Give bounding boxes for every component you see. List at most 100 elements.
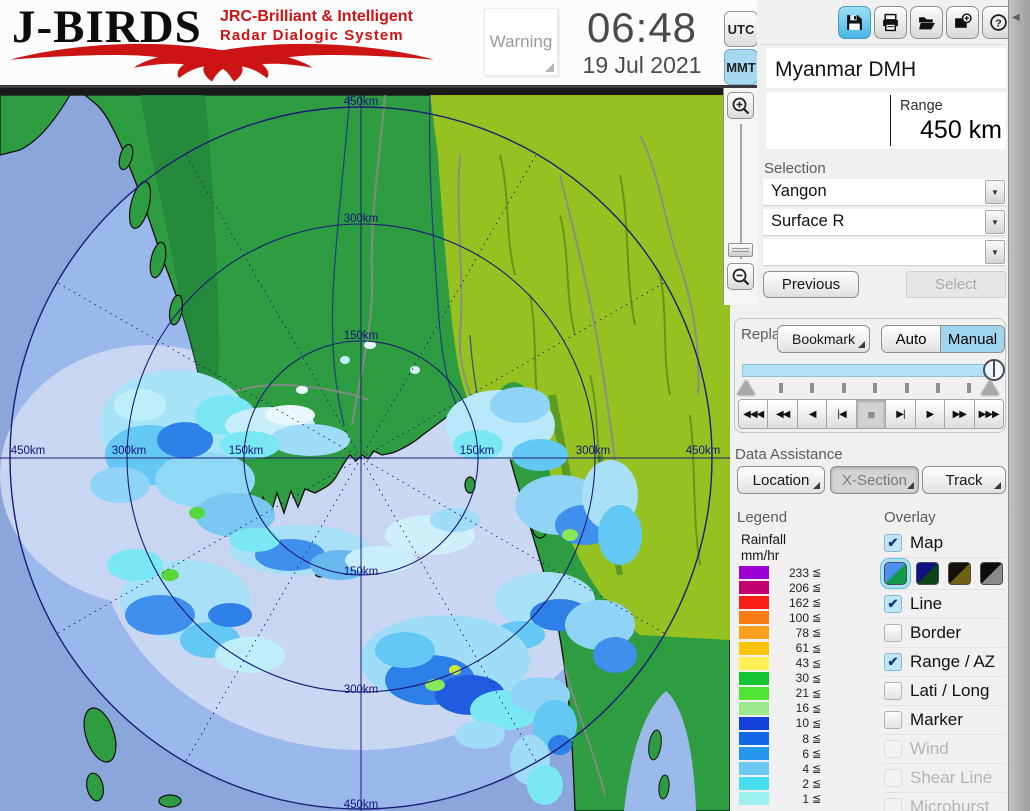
- eagle-logo-icon: [10, 43, 434, 82]
- overlay-title: Overlay: [884, 509, 936, 526]
- location-button[interactable]: Location: [737, 466, 825, 494]
- product-dropdown[interactable]: Surface R ▼: [763, 209, 1006, 235]
- open-file-button[interactable]: [910, 6, 943, 39]
- legend-scale: 233 ≦ 206 ≦ 162 ≦ 100 ≦ 78 ≦ 61 ≦ 43 ≦ 30 ≦ 21 ≦ 16 ≦ 10 ≦ 8 ≦ 6…: [739, 565, 834, 807]
- collapse-panel-arrow-icon[interactable]: ◀: [1012, 12, 1020, 23]
- bookmark-button[interactable]: Bookmark: [777, 325, 870, 353]
- legend-operator: ≦: [812, 793, 822, 806]
- playback-step-back-button[interactable]: |◀: [826, 399, 857, 429]
- legend-threshold-value: 100: [788, 610, 809, 625]
- track-button-label: Track: [945, 471, 983, 489]
- option-dropdown[interactable]: ▼: [763, 239, 1006, 265]
- checkbox-shear-line: [884, 769, 902, 787]
- playback-step-forward-button[interactable]: ▶|: [885, 399, 916, 429]
- overlay-item-label: Range / AZ: [910, 652, 996, 671]
- save-button[interactable]: [838, 6, 871, 39]
- checkbox-border[interactable]: [884, 624, 902, 642]
- overlay-options: ✔ Map ✔ Line Border ✔ Range / AZ Lati / Long Mar…: [884, 529, 1006, 811]
- replay-slider-track[interactable]: [742, 364, 994, 377]
- legend-threshold-value: 10: [795, 716, 809, 731]
- checkbox-microburst: [884, 798, 902, 811]
- previous-button[interactable]: Previous: [763, 271, 859, 298]
- checkbox-map[interactable]: ✔: [884, 534, 902, 552]
- slider-tick: [873, 383, 878, 393]
- print-button[interactable]: [874, 6, 907, 39]
- range-value: 450 km: [920, 116, 1002, 144]
- legend-color-swatch: [739, 596, 769, 610]
- range-ring-label: 450km: [344, 799, 379, 811]
- map-style-swatch-1[interactable]: [884, 562, 907, 585]
- overlay-item-label: Map: [910, 533, 944, 552]
- chevron-down-icon[interactable]: ▼: [985, 210, 1005, 234]
- overlay-item-label: Wind: [910, 739, 949, 758]
- legend-operator: ≦: [812, 672, 822, 685]
- select-button[interactable]: Select: [906, 271, 1006, 298]
- zoom-in-button[interactable]: [727, 92, 754, 119]
- legend-entry: 10 ≦: [739, 716, 834, 731]
- checkbox-lati-long[interactable]: [884, 682, 902, 700]
- site-dropdown[interactable]: Yangon ▼: [763, 179, 1006, 205]
- playback-forward-fast-button[interactable]: ▶▶▶: [973, 399, 1004, 429]
- map-style-swatch-2[interactable]: [916, 562, 939, 585]
- map-style-swatch-4[interactable]: [980, 562, 1003, 585]
- legend-threshold-value: 233: [788, 565, 809, 580]
- replay-panel: Replay Bookmark Auto Manual ◀◀◀ ◀◀ ◀ |◀ ■ ▶| ▶…: [734, 318, 1006, 433]
- station-name: Myanmar DMH: [775, 58, 917, 81]
- checkbox-range-az[interactable]: ✔: [884, 653, 902, 671]
- auto-button[interactable]: Auto: [882, 326, 941, 352]
- map-style-swatch-3[interactable]: [948, 562, 971, 585]
- checkbox-line[interactable]: ✔: [884, 595, 902, 613]
- legend-operator: ≦: [812, 612, 822, 625]
- timezone-utc-button[interactable]: UTC: [724, 11, 758, 47]
- legend-entry: 30 ≦: [739, 671, 834, 686]
- slider-tick: [841, 383, 846, 393]
- zoom-slider-rail[interactable]: [740, 124, 742, 259]
- replay-slider-handle[interactable]: [983, 359, 1005, 381]
- print-icon: [883, 13, 898, 32]
- overlay-item-label: Lati / Long: [910, 681, 990, 700]
- panel-splitter[interactable]: [1008, 0, 1030, 811]
- checkbox-marker[interactable]: [884, 711, 902, 729]
- playback-rewind-fast-button[interactable]: ◀◀◀: [738, 399, 769, 429]
- slider-end-marker-icon[interactable]: [981, 380, 999, 395]
- add-image-button[interactable]: [946, 6, 979, 39]
- legend-operator: ≦: [812, 597, 822, 610]
- range-ring-label: 300km: [344, 213, 379, 225]
- zoom-out-button[interactable]: [727, 263, 754, 290]
- bookmark-menu-corner-icon: [858, 341, 865, 348]
- timezone-mmt-button[interactable]: MMT: [724, 49, 758, 85]
- site-dropdown-value: Yangon: [771, 182, 827, 200]
- header-bar: J-BIRDS JRC-Brilliant & Intelligent Rada…: [0, 0, 757, 88]
- playback-play-reverse-button[interactable]: ◀: [796, 399, 828, 429]
- legend-operator: ≦: [812, 763, 822, 776]
- playback-play-button[interactable]: ▶: [914, 399, 946, 429]
- legend-threshold-value: 16: [795, 701, 809, 716]
- location-menu-corner-icon: [813, 482, 820, 489]
- zoom-slider-thumb[interactable]: [728, 243, 753, 257]
- radar-map[interactable]: 150km 300km 450km 150km 300km 450km 450km 300km…: [0, 95, 730, 811]
- legend-entry: 206 ≦: [739, 580, 834, 595]
- legend-operator: ≦: [812, 657, 822, 670]
- playback-rewind-button[interactable]: ◀◀: [767, 399, 798, 429]
- playback-controls: ◀◀◀ ◀◀ ◀ |◀ ■ ▶| ▶ ▶▶ ▶▶▶: [738, 399, 1004, 429]
- overlay-item-line: ✔ Line: [884, 590, 1006, 619]
- legend-color-swatch: [739, 701, 769, 715]
- warning-button[interactable]: Warning: [484, 8, 558, 76]
- legend-operator: ≦: [812, 567, 822, 580]
- overlay-item-lati-long: Lati / Long: [884, 677, 1006, 706]
- playback-forward-button[interactable]: ▶▶: [944, 399, 975, 429]
- legend-color-swatch: [739, 566, 769, 580]
- legend-operator: ≦: [812, 642, 822, 655]
- legend-threshold-value: 1: [802, 791, 809, 806]
- x-section-button[interactable]: X-Section: [830, 466, 919, 494]
- overlay-item-microburst: Microburst: [884, 793, 1006, 811]
- manual-button[interactable]: Manual: [940, 326, 1004, 352]
- chevron-down-icon[interactable]: ▼: [985, 240, 1005, 264]
- legend-title: Legend: [737, 509, 788, 526]
- slider-start-marker-icon[interactable]: [737, 380, 755, 395]
- chevron-down-icon[interactable]: ▼: [985, 180, 1005, 204]
- range-ring-label: 150km: [344, 330, 379, 342]
- playback-stop-button[interactable]: ■: [855, 399, 887, 429]
- legend-operator: ≦: [812, 717, 822, 730]
- track-button[interactable]: Track: [922, 466, 1006, 494]
